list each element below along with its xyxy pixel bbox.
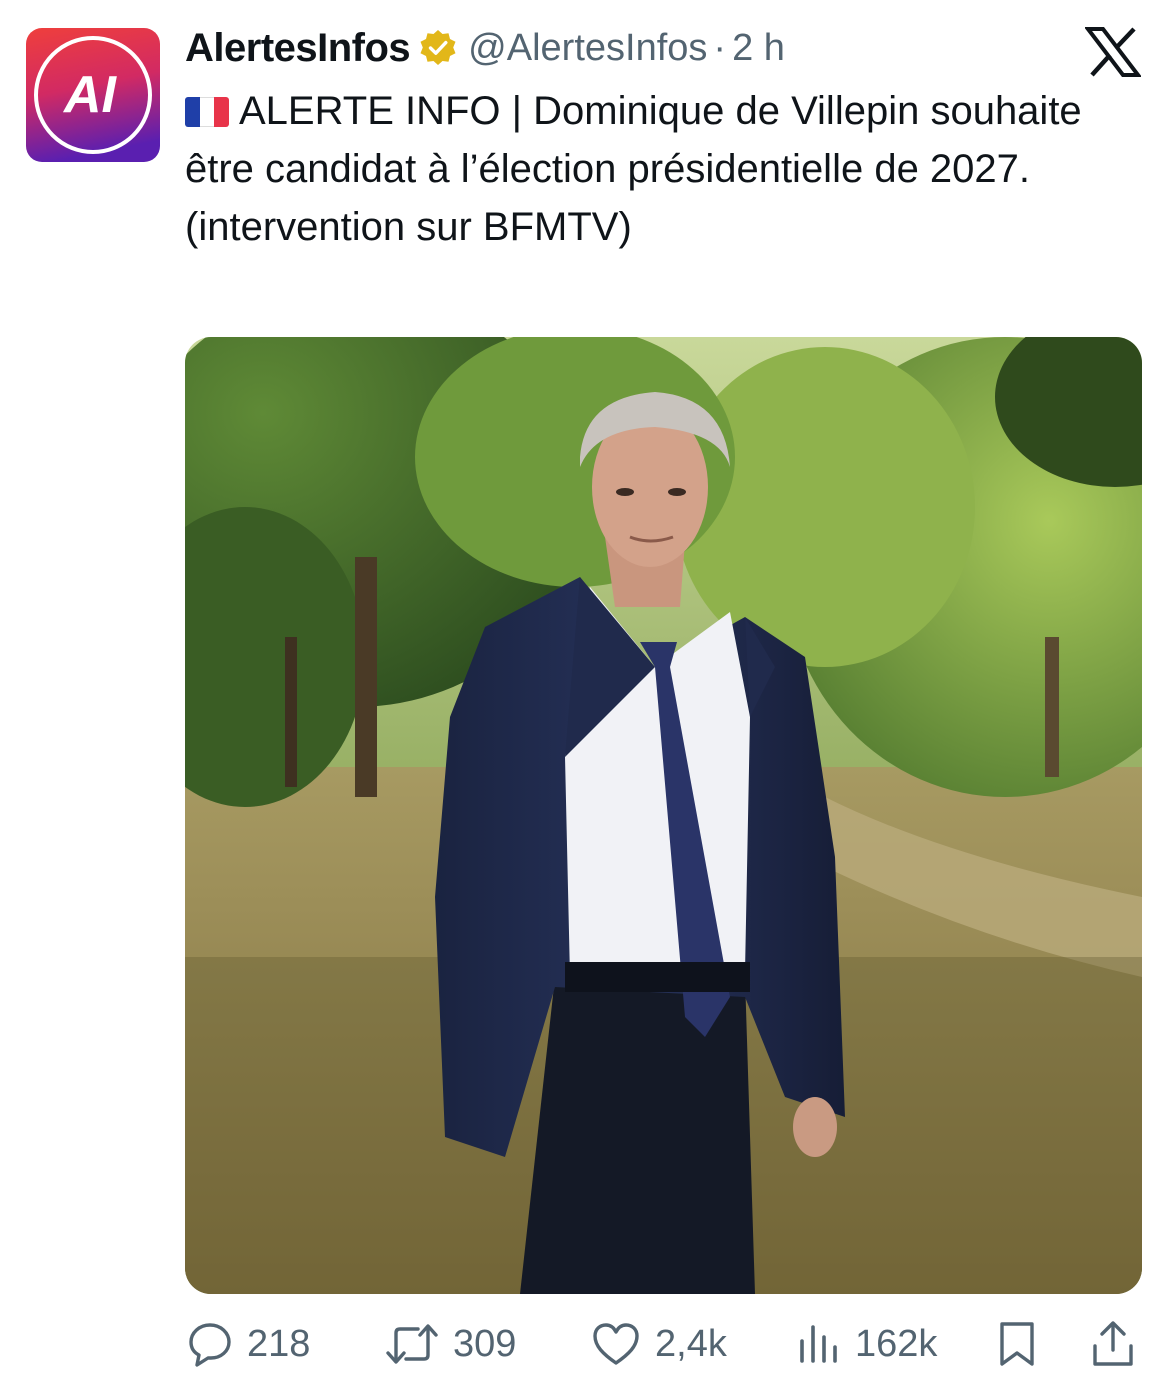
tweet-photo[interactable] xyxy=(185,337,1142,1294)
avatar[interactable]: AI xyxy=(26,28,160,162)
repost-button[interactable]: 309 xyxy=(385,1312,516,1376)
verified-badge-icon xyxy=(418,28,458,68)
avatar-text: AI xyxy=(62,66,118,124)
reply-button[interactable]: 218 xyxy=(187,1312,310,1376)
repost-count: 309 xyxy=(453,1322,517,1365)
views-button[interactable]: 162k xyxy=(797,1312,937,1376)
display-name[interactable]: AlertesInfos xyxy=(185,26,411,71)
separator-dot: · xyxy=(713,26,727,69)
avatar-logo-icon: AI xyxy=(26,28,160,162)
share-button[interactable] xyxy=(1091,1312,1135,1376)
views-chart-icon xyxy=(800,1325,837,1363)
tweet-action-bar: 218 309 2,4k 162k xyxy=(185,1312,1145,1376)
x-logo-icon xyxy=(1083,26,1143,78)
bookmark-icon xyxy=(1000,1322,1034,1366)
france-flag-icon xyxy=(185,97,229,127)
photo-man-in-suit-in-park xyxy=(185,337,1142,1294)
repost-icon xyxy=(386,1324,438,1364)
share-icon xyxy=(1093,1321,1133,1366)
heart-icon xyxy=(593,1323,639,1365)
tweet-body: ALERTE INFO | Dominique de Villepin souh… xyxy=(185,89,1082,249)
reply-count: 218 xyxy=(247,1322,311,1365)
like-count: 2,4k xyxy=(655,1322,727,1365)
views-count: 162k xyxy=(855,1322,938,1365)
tweet-header: AlertesInfos @AlertesInfos · 2 h xyxy=(185,22,785,74)
reply-icon xyxy=(189,1323,231,1367)
tweet-text: ALERTE INFO | Dominique de Villepin souh… xyxy=(185,82,1085,256)
bookmark-button[interactable] xyxy=(997,1312,1037,1376)
like-button[interactable]: 2,4k xyxy=(591,1312,727,1376)
handle[interactable]: @AlertesInfos xyxy=(468,27,707,70)
timestamp[interactable]: 2 h xyxy=(732,27,785,70)
